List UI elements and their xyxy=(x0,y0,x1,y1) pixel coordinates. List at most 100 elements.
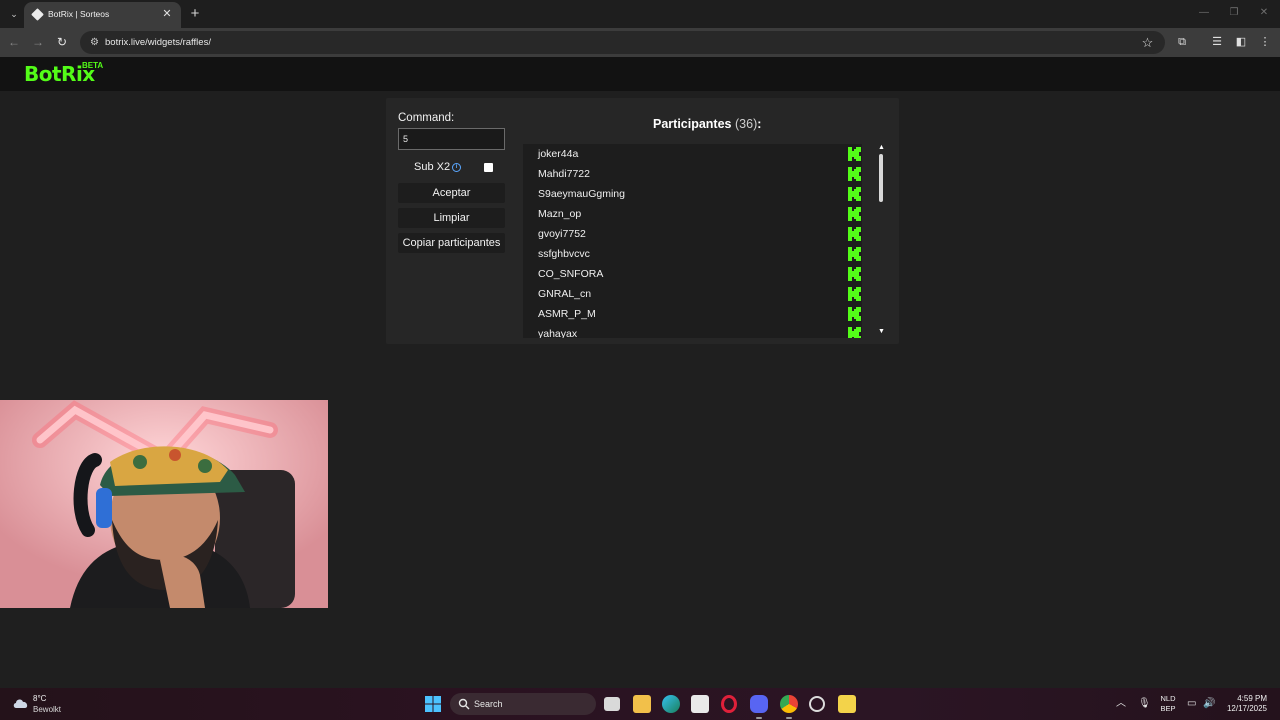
windows-start-icon[interactable] xyxy=(425,696,441,712)
site-info-icon[interactable]: ⚙ xyxy=(88,36,101,49)
app-icon[interactable] xyxy=(838,695,856,713)
chrome-icon[interactable] xyxy=(780,695,798,719)
file-explorer-icon[interactable] xyxy=(633,695,651,713)
botrix-favicon-icon xyxy=(31,8,44,21)
forward-icon[interactable]: → xyxy=(30,34,46,50)
kick-icon xyxy=(848,147,861,161)
beta-badge: BETA xyxy=(82,61,104,70)
participant-name: yahayax xyxy=(538,328,578,338)
language-code: NLD xyxy=(1160,694,1176,703)
copy-participants-button[interactable]: Copiar participantes xyxy=(398,233,505,253)
kick-icon xyxy=(848,287,861,301)
back-icon[interactable]: ← xyxy=(6,34,22,50)
taskbar-search[interactable]: Search xyxy=(450,693,596,715)
profile-icon[interactable]: ◧ xyxy=(1234,35,1248,49)
site-header: BotRix BETA xyxy=(0,57,1280,91)
tray-chevron-icon[interactable]: ︿ xyxy=(1116,698,1126,710)
opera-gx-icon[interactable] xyxy=(721,695,737,713)
reload-icon[interactable]: ↻ xyxy=(54,34,70,50)
command-label: Command: xyxy=(398,112,455,124)
info-icon[interactable]: i xyxy=(452,163,461,172)
command-input[interactable] xyxy=(398,128,505,150)
taskbar: 8°C Bewolkt Search ︿ 🎙 NLD BEP ▭ 🔊 4:59 … xyxy=(0,688,1280,720)
task-view-icon[interactable] xyxy=(604,697,620,711)
reading-list-icon[interactable]: ☰ xyxy=(1210,35,1224,49)
kick-icon xyxy=(848,167,861,181)
list-item[interactable]: ssfghbvcvc xyxy=(523,244,862,264)
list-item[interactable]: GNRAL_cn xyxy=(523,284,862,304)
url-text[interactable]: botrix.live/widgets/raffles/ xyxy=(105,37,211,48)
weather-condition[interactable]: Bewolkt xyxy=(33,705,61,714)
search-label: Search xyxy=(474,699,503,709)
extensions-icon[interactable]: ⧉ xyxy=(1175,35,1189,49)
system-clock[interactable]: 4:59 PM 12/17/2025 xyxy=(1225,694,1267,714)
discord-icon[interactable] xyxy=(750,695,768,719)
participant-name: ASMR_P_M xyxy=(538,308,596,320)
network-icon[interactable]: ▭ xyxy=(1187,698,1196,710)
subx2-checkbox[interactable] xyxy=(484,163,493,172)
new-tab-button[interactable]: + xyxy=(187,6,203,22)
webcam-image xyxy=(0,400,328,608)
browser-toolbar: ← → ↻ ⚙ botrix.live/widgets/raffles/ ☆ ⧉… xyxy=(0,28,1280,57)
edge-icon[interactable] xyxy=(662,695,680,713)
restore-icon[interactable]: ❐ xyxy=(1227,6,1241,20)
participant-name: gvoyi7752 xyxy=(538,228,586,240)
clock-time: 4:59 PM xyxy=(1237,694,1267,703)
kick-icon xyxy=(848,307,861,321)
tab-title: BotRix | Sorteos xyxy=(48,9,110,19)
bookmark-star-icon[interactable]: ☆ xyxy=(1140,35,1155,50)
volume-icon[interactable]: 🔊 xyxy=(1203,698,1215,710)
list-item[interactable]: gvoyi7752 xyxy=(523,224,862,244)
keyboard-layout: BEP xyxy=(1160,704,1176,713)
list-item[interactable]: ASMR_P_M xyxy=(523,304,862,324)
steam-icon[interactable] xyxy=(809,696,825,712)
kick-icon xyxy=(848,327,861,338)
list-item[interactable]: S9aeymauGgming xyxy=(523,184,862,204)
participants-colon: : xyxy=(757,117,762,131)
list-item[interactable]: Mahdi7722 xyxy=(523,164,862,184)
participants-title: Participantes xyxy=(653,117,732,131)
kick-icon xyxy=(848,227,861,241)
clear-button[interactable]: Limpiar xyxy=(398,208,505,228)
webcam-overlay xyxy=(0,400,328,608)
subx2-label: Sub X2 xyxy=(414,161,451,173)
participant-name: Mahdi7722 xyxy=(538,168,590,180)
kick-icon xyxy=(848,247,861,261)
participant-name: CO_SNFORA xyxy=(538,268,604,280)
search-icon xyxy=(458,698,470,710)
scroll-thumb[interactable] xyxy=(879,154,883,202)
tab-search-chevron-icon[interactable]: ⌄ xyxy=(6,6,22,22)
accept-button[interactable]: Aceptar xyxy=(398,183,505,203)
browser-tab[interactable]: BotRix | Sorteos ✕ xyxy=(24,2,181,28)
raffle-panel: Command: Sub X2 i Aceptar Limpiar Copiar… xyxy=(386,98,899,344)
scroll-down-icon[interactable]: ▼ xyxy=(878,328,885,335)
weather-temperature[interactable]: 8°C xyxy=(33,694,46,703)
participant-scrollbar[interactable]: ▲ ▼ xyxy=(876,144,886,338)
participant-name: Mazn_op xyxy=(538,208,582,220)
kick-icon xyxy=(848,187,861,201)
window-close-icon[interactable]: ✕ xyxy=(1257,6,1271,20)
input-language[interactable]: NLD BEP xyxy=(1160,694,1176,714)
cloud-icon[interactable] xyxy=(12,697,30,709)
participant-name: ssfghbvcvc xyxy=(538,248,590,260)
microphone-icon[interactable]: 🎙 xyxy=(1138,698,1151,710)
scroll-up-icon[interactable]: ▲ xyxy=(878,144,885,151)
browser-tabstrip: ⌄ BotRix | Sorteos ✕ + — ❐ ✕ xyxy=(0,0,1280,28)
list-item[interactable]: joker44a xyxy=(523,144,862,164)
kick-icon xyxy=(848,267,861,281)
list-item[interactable]: yahayax xyxy=(523,324,862,338)
list-item[interactable]: CO_SNFORA xyxy=(523,264,862,284)
minimize-icon[interactable]: — xyxy=(1197,6,1211,20)
participant-name: GNRAL_cn xyxy=(538,288,592,300)
participant-name: S9aeymauGgming xyxy=(538,188,625,200)
participants-heading: Participantes (36): xyxy=(653,117,761,131)
kick-icon xyxy=(848,207,861,221)
store-icon[interactable] xyxy=(691,695,709,713)
address-bar[interactable]: ⚙ botrix.live/widgets/raffles/ ☆ xyxy=(80,31,1165,54)
tab-close-icon[interactable]: ✕ xyxy=(160,7,174,21)
clock-date: 12/17/2025 xyxy=(1226,704,1267,713)
menu-dots-icon[interactable]: ⋮ xyxy=(1258,35,1272,49)
participants-count: (36) xyxy=(735,117,758,131)
participant-list[interactable]: joker44a Mahdi7722 S9aeymauGgming Mazn_opgv… xyxy=(523,144,862,338)
list-item[interactable]: Mazn_op xyxy=(523,204,862,224)
